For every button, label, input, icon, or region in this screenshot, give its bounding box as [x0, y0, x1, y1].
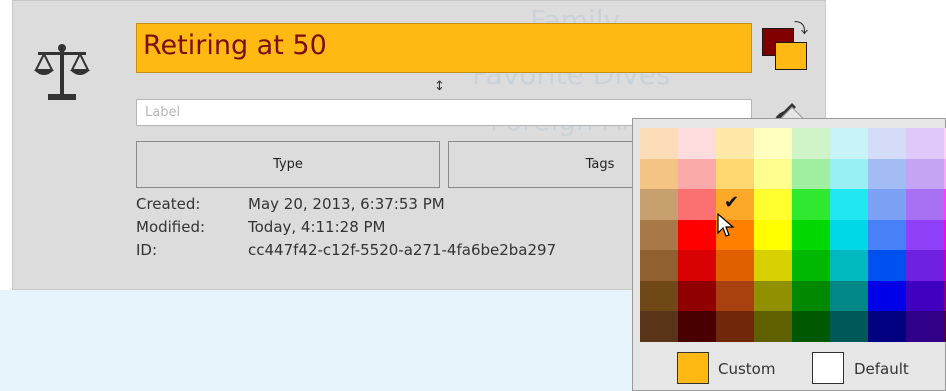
color-swatch-3-4[interactable] [792, 219, 830, 250]
color-swatch-1-3[interactable] [754, 158, 792, 189]
color-swatch-5-3[interactable] [754, 280, 792, 311]
modified-label: Modified: [136, 218, 206, 236]
modified-row: Modified: Today, 4:11:28 PM [136, 216, 556, 239]
color-swatch-6-7[interactable] [906, 311, 944, 342]
color-swatch-2-4[interactable] [792, 189, 830, 220]
title-field[interactable]: Retiring at 50 [136, 23, 752, 73]
color-swatch-1-5[interactable] [830, 158, 868, 189]
color-swatch-2-5[interactable] [830, 189, 868, 220]
color-swatch-5-0[interactable] [640, 280, 678, 311]
fill-color-swatch [775, 42, 807, 70]
created-value: May 20, 2013, 6:37:53 PM [248, 195, 445, 213]
color-swatch-2-1[interactable] [678, 189, 716, 220]
color-swatch-3-7[interactable] [906, 219, 944, 250]
color-swap-icon[interactable]: ⤵ [762, 21, 810, 74]
resize-grip-icon[interactable]: ↕ [434, 79, 445, 94]
color-swatch-2-7[interactable] [906, 189, 944, 220]
color-swatch-2-6[interactable] [868, 189, 906, 220]
color-swatch-4-0[interactable] [640, 250, 678, 281]
color-swatch-4-7[interactable] [906, 250, 944, 281]
type-button[interactable]: Type [136, 141, 440, 188]
color-swatch-grid: ✔ [640, 128, 946, 343]
color-swatch-6-6[interactable] [868, 311, 906, 342]
color-swatch-2-0[interactable] [640, 189, 678, 220]
id-value: cc447f42-c12f-5520-a271-4fa6be2ba297 [248, 241, 557, 259]
color-swatch-0-5[interactable] [830, 128, 868, 159]
color-swatch-1-6[interactable] [868, 158, 906, 189]
created-row: Created: May 20, 2013, 6:37:53 PM [136, 193, 556, 216]
color-swatch-4-2[interactable] [716, 250, 754, 281]
metadata-list: Created: May 20, 2013, 6:37:53 PM Modifi… [136, 193, 556, 262]
scale-icon [34, 44, 90, 100]
color-swatch-0-2[interactable] [716, 128, 754, 159]
color-swatch-5-4[interactable] [792, 280, 830, 311]
created-label: Created: [136, 195, 201, 213]
color-swatch-0-0[interactable] [640, 128, 678, 159]
color-swatch-3-0[interactable] [640, 219, 678, 250]
color-swatch-6-3[interactable] [754, 311, 792, 342]
color-swatch-0-3[interactable] [754, 128, 792, 159]
color-swatch-4-6[interactable] [868, 250, 906, 281]
color-swatch-5-7[interactable] [906, 280, 944, 311]
color-swatch-0-7[interactable] [906, 128, 944, 159]
color-swatch-4-4[interactable] [792, 250, 830, 281]
color-swatch-1-0[interactable] [640, 158, 678, 189]
color-swatch-4-3[interactable] [754, 250, 792, 281]
id-label: ID: [136, 241, 158, 259]
color-swatch-6-4[interactable] [792, 311, 830, 342]
default-label[interactable]: Default [854, 360, 909, 378]
color-swatch-3-1[interactable] [678, 219, 716, 250]
color-swatch-6-5[interactable] [830, 311, 868, 342]
color-swatch-5-6[interactable] [868, 280, 906, 311]
color-swatch-0-6[interactable] [868, 128, 906, 159]
swap-arrow-icon: ⤵ [794, 21, 808, 37]
modified-value: Today, 4:11:28 PM [248, 218, 386, 236]
color-swatch-1-4[interactable] [792, 158, 830, 189]
custom-color-button[interactable] [677, 352, 709, 384]
checkmark-icon: ✔ [724, 192, 740, 213]
color-swatch-6-1[interactable] [678, 311, 716, 342]
title-text: Retiring at 50 [143, 30, 327, 61]
color-swatch-3-6[interactable] [868, 219, 906, 250]
default-color-button[interactable] [812, 352, 844, 384]
color-swatch-4-5[interactable] [830, 250, 868, 281]
color-swatch-2-3[interactable] [754, 189, 792, 220]
color-swatch-6-0[interactable] [640, 311, 678, 342]
color-swatch-3-3[interactable] [754, 219, 792, 250]
color-swatch-5-5[interactable] [830, 280, 868, 311]
custom-label[interactable]: Custom [718, 360, 775, 378]
color-swatch-6-2[interactable] [716, 311, 754, 342]
color-swatch-5-2[interactable] [716, 280, 754, 311]
color-swatch-4-1[interactable] [678, 250, 716, 281]
color-swatch-5-1[interactable] [678, 280, 716, 311]
color-swatch-1-1[interactable] [678, 158, 716, 189]
color-swatch-1-7[interactable] [906, 158, 944, 189]
pointer-cursor-icon [717, 213, 735, 237]
color-swatch-3-5[interactable] [830, 219, 868, 250]
id-row: ID: cc447f42-c12f-5520-a271-4fa6be2ba297 [136, 239, 556, 262]
color-swatch-0-4[interactable] [792, 128, 830, 159]
color-swatch-0-1[interactable] [678, 128, 716, 159]
color-swatch-1-2[interactable] [716, 158, 754, 189]
